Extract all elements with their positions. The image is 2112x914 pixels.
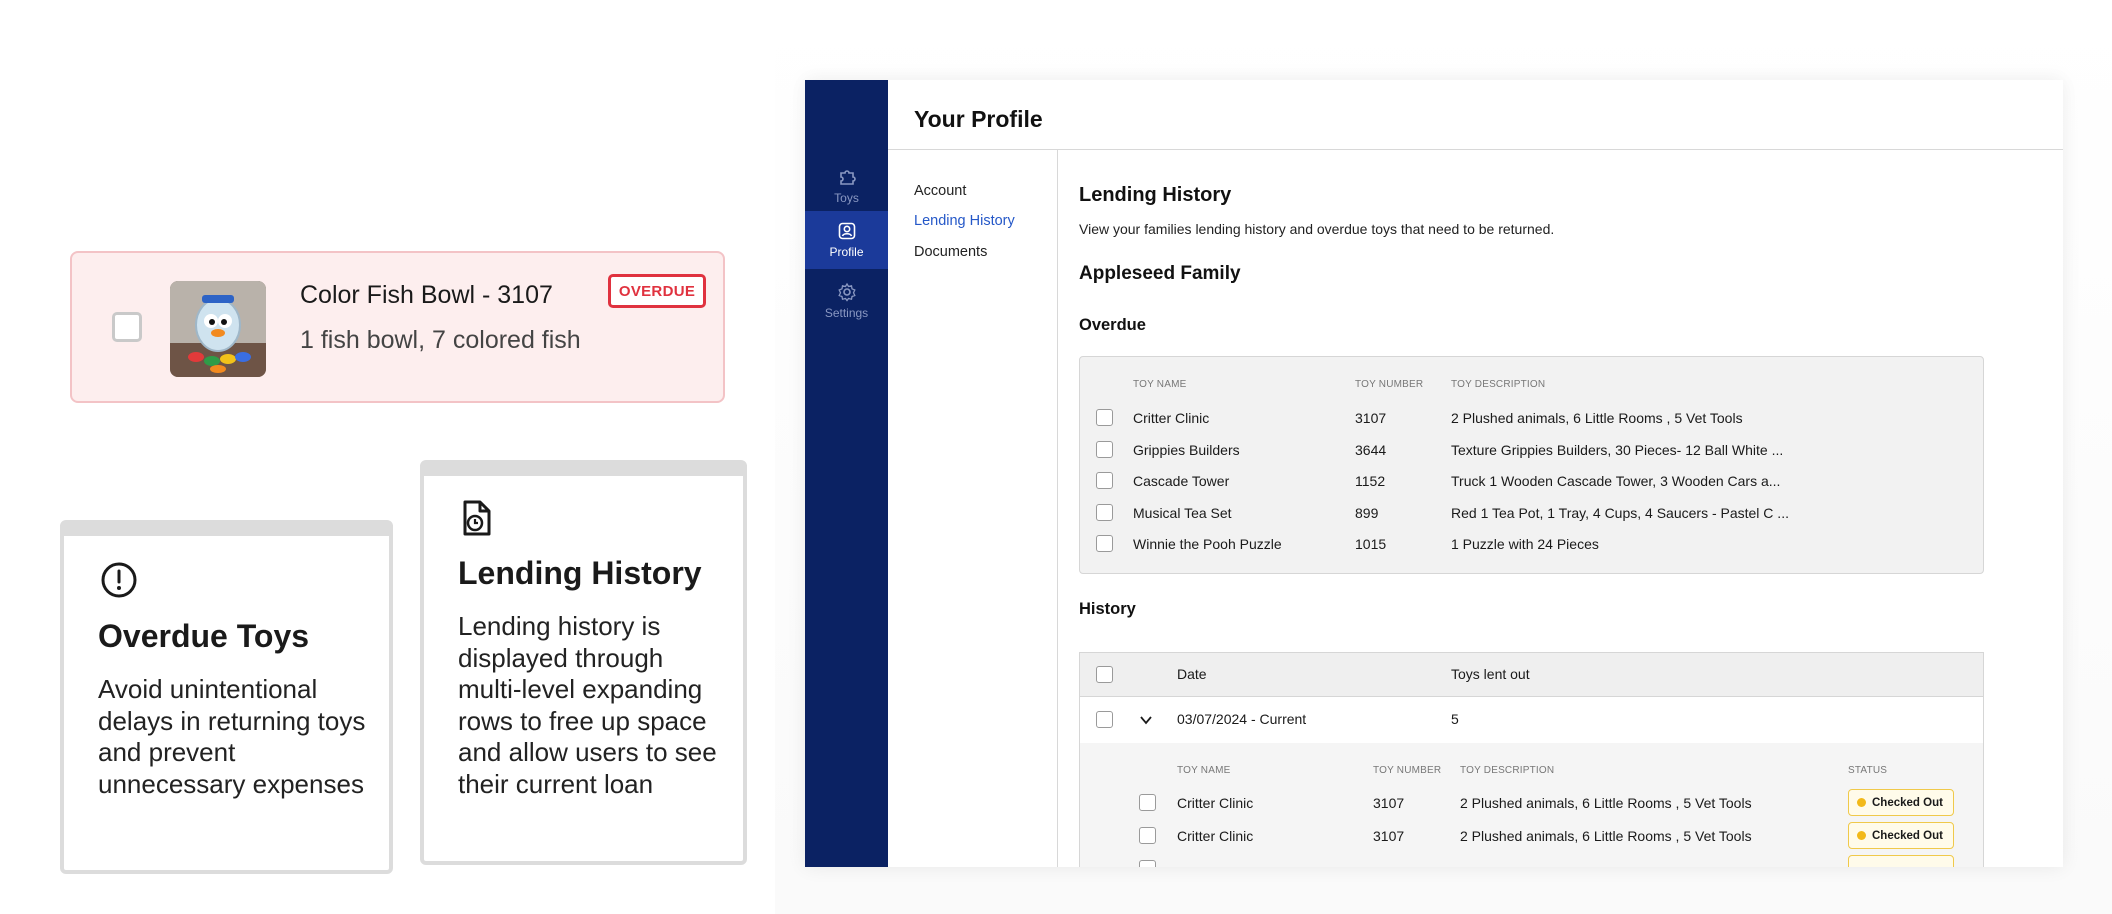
history-date: 03/07/2024 - Current [1177,711,1307,727]
chevron-down-icon[interactable] [1139,713,1153,732]
toy-description: 1 fish bowl, 7 colored fish [300,326,581,354]
toy-name: Color Fish Bowl - 3107 [300,281,553,309]
col-header-toy-description: TOY DESCRIPTION [1451,379,1546,390]
rail-label: Settings [824,306,869,320]
toy-number-cell: 899 [1355,505,1379,521]
row-checkbox[interactable] [1096,535,1113,552]
row-checkbox[interactable] [1096,472,1113,489]
col-header-toy-name: TOY NAME [1133,379,1187,390]
toy-name-cell: Critter Clinic [1177,828,1254,844]
subnav-lending-history[interactable]: Lending History [914,213,1015,229]
toy-thumbnail [170,281,266,377]
row-checkbox[interactable] [1096,409,1113,426]
status-badge: Checked Out [1848,789,1954,816]
rail-label: Toys [834,191,859,205]
history-subtable: TOY NAME TOY NUMBER TOY DESCRIPTION STAT… [1079,743,1984,867]
overdue-badge: OVERDUE [608,274,706,308]
col-header-date: Date [1177,666,1207,682]
col-header-toy-description: TOY DESCRIPTION [1460,765,1555,776]
status-dot [1857,831,1866,840]
toy-description-cell: 2 Plushed animals, 6 Little Rooms , 5 Ve… [1460,795,1752,811]
profile-subnav: Account Lending History Documents [888,150,1058,867]
toy-description-cell: Red 1 Tea Pot, 1 Tray, 4 Cups, 4 Saucers… [1451,505,1789,521]
rail-item-settings[interactable]: Settings [805,272,888,330]
puzzle-icon [839,170,856,185]
col-header-toy-number: TOY NUMBER [1355,379,1424,390]
toy-number-cell: 3107 [1355,410,1387,426]
toy-name-cell: Grippies Builders [1133,442,1240,458]
section-subtitle: View your families lending history and o… [1079,221,1555,237]
toy-description-cell: 2 Plushed animals, 6 Little Rooms , 5 Ve… [1460,828,1752,844]
page-title: Your Profile [914,106,1043,132]
subnav-account[interactable]: Account [914,183,966,199]
feature-body: Lending history is displayed through mul… [458,611,717,799]
row-checkbox[interactable] [1139,794,1156,811]
card-top-bar [424,464,743,476]
toy-description-cell: 1 Puzzle with 24 Pieces [1451,536,1599,552]
history-count: 5 [1451,711,1459,727]
col-header-status: STATUS [1848,765,1888,776]
col-header-toys-lent-out: Toys lent out [1451,666,1530,682]
app-header: Your Profile [888,80,2063,150]
toy-name-cell: Winnie the Pooh Puzzle [1133,536,1282,552]
toy-checkbox[interactable] [112,312,142,342]
main-content: Lending History View your families lendi… [1058,150,2063,867]
rail-label: Profile [829,245,864,259]
overdue-toys-feature-card: Overdue Toys Avoid unintentional delays … [60,520,393,874]
row-checkbox[interactable] [1096,711,1113,728]
app-window: Toys Profile Settings Your Profile Accou… [805,80,2063,867]
feature-title: Lending History [458,555,702,591]
status-badge-partial [1848,855,1954,867]
overdue-table: TOY NAME TOY NUMBER TOY DESCRIPTION Crit… [1079,356,1984,574]
overdue-heading: Overdue [1079,316,1146,334]
col-header-toy-name: TOY NAME [1177,765,1231,776]
history-table-header: Date Toys lent out [1079,652,1984,697]
toy-number-cell: 3644 [1355,442,1387,458]
toy-name-cell: Musical Tea Set [1133,505,1232,521]
row-checkbox[interactable] [1096,504,1113,521]
toy-name-cell: Cascade Tower [1133,473,1230,489]
family-name: Appleseed Family [1079,263,1241,284]
row-checkbox[interactable] [1139,860,1156,867]
status-badge: Checked Out [1848,822,1954,849]
status-label: Checked Out [1872,829,1943,842]
toy-description-cell: Truck 1 Wooden Cascade Tower, 3 Wooden C… [1451,473,1781,489]
toy-number-cell: 3107 [1373,828,1405,844]
document-clock-icon [460,499,494,542]
select-all-checkbox[interactable] [1096,666,1113,683]
col-header-toy-number: TOY NUMBER [1373,765,1442,776]
toy-number-cell: 1152 [1355,473,1386,489]
rail-item-toys[interactable]: Toys [805,157,888,215]
gear-icon [837,282,856,302]
section-title: Lending History [1079,184,1232,206]
nav-rail: Toys Profile Settings [805,80,888,867]
lending-history-feature-card: Lending History Lending history is displ… [420,460,747,865]
card-top-bar [64,524,389,536]
subnav-documents[interactable]: Documents [914,244,987,260]
toy-name-cell: Critter Clinic [1133,410,1210,426]
toy-number-cell: 1015 [1355,536,1387,552]
alert-circle-icon [100,561,138,604]
feature-title: Overdue Toys [98,618,310,654]
toy-number-cell: 3107 [1373,795,1405,811]
history-row[interactable]: 03/07/2024 - Current 5 [1079,697,1984,743]
toy-description-cell: 2 Plushed animals, 6 Little Rooms , 5 Ve… [1451,410,1743,426]
rail-item-profile[interactable]: Profile [805,211,888,269]
overdue-toy-card: Color Fish Bowl - 3107 1 fish bowl, 7 co… [70,251,725,403]
toy-name-cell: Critter Clinic [1177,795,1254,811]
profile-icon [838,222,855,240]
row-checkbox[interactable] [1139,827,1156,844]
history-heading: History [1079,600,1136,618]
toy-description-cell: Texture Grippies Builders, 30 Pieces- 12… [1451,442,1784,458]
status-label: Checked Out [1872,796,1943,809]
feature-body: Avoid unintentional delays in returning … [98,674,366,799]
row-checkbox[interactable] [1096,441,1113,458]
status-dot [1857,798,1866,807]
